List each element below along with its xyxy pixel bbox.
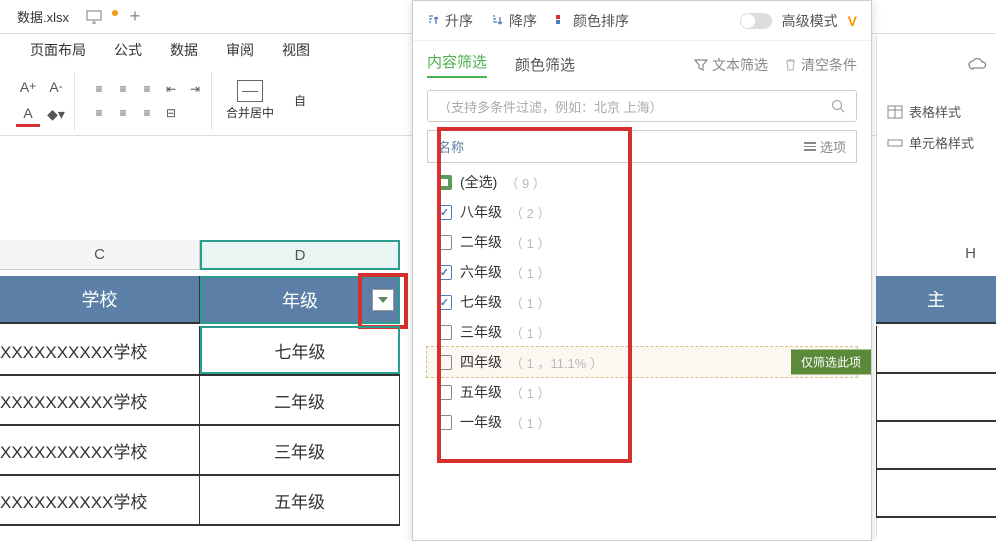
list-options-icon[interactable] bbox=[804, 142, 816, 151]
clear-filter-button[interactable]: 清空条件 bbox=[784, 55, 857, 75]
table-row[interactable]: XXXXXXXXXX学校 七年级 bbox=[0, 326, 400, 376]
tab-content-filter[interactable]: 内容筛选 bbox=[427, 51, 487, 78]
col-header-c[interactable]: C bbox=[0, 240, 200, 270]
table-style-label: 表格样式 bbox=[909, 102, 961, 121]
column-headers: C D bbox=[0, 240, 400, 270]
right-table-header: 主 bbox=[876, 276, 996, 324]
indent-left-icon[interactable]: ⇤ bbox=[161, 79, 181, 99]
cell-style-label: 单元格样式 bbox=[909, 133, 974, 152]
cell-style-button[interactable]: 单元格样式 bbox=[887, 127, 986, 158]
cell-school: XXXXXXXXXX学校 bbox=[0, 426, 200, 474]
ribbon-tab[interactable]: 公式 bbox=[114, 40, 142, 60]
cloud-icon[interactable] bbox=[968, 58, 988, 72]
advanced-label: 高级模式 bbox=[782, 11, 838, 31]
align-top-icon[interactable]: ≡ bbox=[89, 79, 109, 99]
auto-label: 自 bbox=[294, 92, 306, 109]
increase-font-icon[interactable]: A+ bbox=[16, 75, 40, 99]
highlight-box-filter bbox=[358, 273, 408, 329]
table-cell[interactable] bbox=[876, 422, 996, 470]
th-school[interactable]: 学校 bbox=[0, 276, 200, 324]
filter-only-this-button[interactable]: 仅筛选此项 bbox=[791, 350, 871, 375]
highlight-box-names bbox=[437, 127, 632, 463]
font-color-icon[interactable]: A bbox=[16, 103, 40, 127]
monitor-icon[interactable] bbox=[86, 10, 102, 24]
funnel-icon bbox=[694, 58, 708, 72]
file-tab[interactable]: 数据.xlsx bbox=[5, 3, 81, 30]
filter-type-tabs: 内容筛选 颜色筛选 文本筛选 清空条件 bbox=[413, 41, 871, 84]
cell-school: XXXXXXXXXX学校 bbox=[0, 376, 200, 424]
color-sort-button[interactable]: 颜色排序 bbox=[555, 11, 629, 31]
cell-grade: 七年级 bbox=[200, 326, 400, 374]
table-row[interactable]: XXXXXXXXXX学校 二年级 bbox=[0, 376, 400, 426]
cell-grade: 三年级 bbox=[200, 426, 400, 474]
color-sort-icon bbox=[555, 14, 569, 28]
new-tab-button[interactable]: + bbox=[118, 6, 152, 27]
th-note[interactable]: 主 bbox=[876, 276, 996, 324]
font-size-group: A+ A- A ◆▾ bbox=[10, 72, 75, 130]
table-cell[interactable] bbox=[876, 374, 996, 422]
table-row[interactable]: XXXXXXXXXX学校 五年级 bbox=[0, 476, 400, 526]
search-icon bbox=[831, 99, 846, 114]
ribbon-tab[interactable]: 视图 bbox=[282, 40, 310, 60]
options-label[interactable]: 选项 bbox=[820, 137, 846, 156]
right-data-rows bbox=[876, 326, 996, 518]
trash-icon bbox=[784, 58, 797, 71]
table-style-button[interactable]: 表格样式 bbox=[887, 96, 986, 127]
tab-icons-group bbox=[86, 10, 118, 24]
indent-right-icon[interactable]: ⇥ bbox=[185, 79, 205, 99]
merge-icon[interactable]: ⊟ bbox=[161, 103, 181, 123]
text-filter-button[interactable]: 文本筛选 bbox=[694, 55, 768, 75]
merge-center-label: 合并居中 bbox=[226, 104, 274, 121]
sort-toolbar: 升序 降序 颜色排序 高级模式 V bbox=[413, 1, 871, 41]
cell-style-icon bbox=[887, 136, 903, 150]
vip-badge-icon: V bbox=[848, 13, 857, 29]
align-group: ≡ ≡ ≡ ⇤ ⇥ ≡ ≡ ≡ ⊟ bbox=[83, 72, 212, 130]
cell-grade: 五年级 bbox=[200, 476, 400, 524]
merge-center-icon bbox=[237, 80, 263, 102]
sort-asc-button[interactable]: 升序 bbox=[427, 11, 473, 31]
ribbon-tab[interactable]: 数据 bbox=[170, 40, 198, 60]
col-header-d[interactable]: D bbox=[200, 240, 400, 270]
merge-center-button[interactable]: 合并居中 bbox=[220, 80, 280, 121]
sort-asc-icon bbox=[427, 14, 441, 28]
align-bottom-icon[interactable]: ≡ bbox=[137, 79, 157, 99]
col-header-h[interactable]: H bbox=[965, 245, 976, 262]
cell-grade: 二年级 bbox=[200, 376, 400, 424]
fill-color-icon[interactable]: ◆▾ bbox=[44, 103, 68, 127]
table-row[interactable]: XXXXXXXXXX学校 三年级 bbox=[0, 426, 400, 476]
auto-button[interactable]: 自 bbox=[288, 92, 312, 109]
cell-school: XXXXXXXXXX学校 bbox=[0, 326, 200, 374]
data-rows: XXXXXXXXXX学校 七年级 XXXXXXXXXX学校 二年级 XXXXXX… bbox=[0, 326, 400, 526]
cell-school: XXXXXXXXXX学校 bbox=[0, 476, 200, 524]
file-tab-label: 数据.xlsx bbox=[17, 7, 69, 26]
table-header-row: 学校 年级 bbox=[0, 276, 400, 324]
sort-desc-button[interactable]: 降序 bbox=[491, 11, 537, 31]
align-left-icon[interactable]: ≡ bbox=[89, 103, 109, 123]
sort-desc-icon bbox=[491, 14, 505, 28]
align-right-icon[interactable]: ≡ bbox=[137, 103, 157, 123]
align-middle-icon[interactable]: ≡ bbox=[113, 79, 133, 99]
filter-search-input[interactable]: （支持多条件过滤，例如：北京 上海） bbox=[427, 90, 857, 122]
decrease-font-icon[interactable]: A- bbox=[44, 75, 68, 99]
advanced-toggle[interactable] bbox=[740, 13, 772, 29]
table-cell[interactable] bbox=[876, 326, 996, 374]
ribbon-tab[interactable]: 审阅 bbox=[226, 40, 254, 60]
th-school-label: 学校 bbox=[82, 286, 118, 312]
th-grade-label: 年级 bbox=[282, 287, 318, 313]
table-style-icon bbox=[887, 105, 903, 119]
search-placeholder: （支持多条件过滤，例如：北京 上海） bbox=[438, 97, 663, 116]
table-cell[interactable] bbox=[876, 470, 996, 518]
align-center-icon[interactable]: ≡ bbox=[113, 103, 133, 123]
tab-color-filter[interactable]: 颜色筛选 bbox=[515, 54, 575, 75]
ribbon-tab[interactable]: 页面布局 bbox=[30, 40, 86, 60]
